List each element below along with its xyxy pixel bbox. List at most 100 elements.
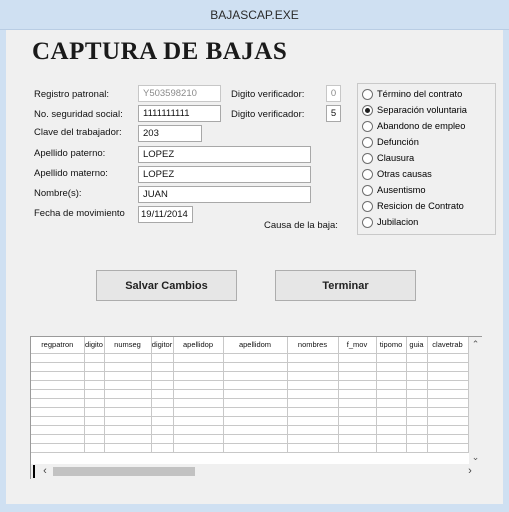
table-cell[interactable] <box>151 380 174 390</box>
table-cell[interactable] <box>104 353 152 363</box>
table-cell[interactable] <box>376 389 407 399</box>
table-cell[interactable] <box>406 371 428 381</box>
table-cell[interactable] <box>31 425 85 435</box>
table-cell[interactable] <box>151 398 174 408</box>
table-cell[interactable] <box>84 434 105 444</box>
table-row[interactable] <box>31 353 469 363</box>
table-cell[interactable] <box>287 353 339 363</box>
table-row[interactable] <box>31 389 469 399</box>
table-cell[interactable] <box>223 353 288 363</box>
table-cell[interactable] <box>406 425 428 435</box>
radio-otras-causas[interactable]: Otras causas <box>362 167 432 181</box>
table-cell[interactable] <box>151 443 174 453</box>
table-cell[interactable] <box>173 416 224 426</box>
table-cell[interactable] <box>151 371 174 381</box>
table-cell[interactable] <box>376 434 407 444</box>
table-cell[interactable] <box>376 380 407 390</box>
column-header[interactable]: f_mov <box>338 337 377 354</box>
scroll-left-icon[interactable]: ‹ <box>38 464 52 479</box>
table-row[interactable] <box>31 416 469 426</box>
vertical-scrollbar[interactable]: ⌃ ⌄ <box>469 337 482 464</box>
table-cell[interactable] <box>427 380 469 390</box>
table-cell[interactable] <box>427 353 469 363</box>
table-cell[interactable] <box>406 434 428 444</box>
table-cell[interactable] <box>223 416 288 426</box>
table-cell[interactable] <box>84 398 105 408</box>
table-cell[interactable] <box>427 443 469 453</box>
table-cell[interactable] <box>84 416 105 426</box>
table-cell[interactable] <box>287 398 339 408</box>
table-row[interactable] <box>31 434 469 444</box>
table-row[interactable] <box>31 380 469 390</box>
table-cell[interactable] <box>173 362 224 372</box>
table-cell[interactable] <box>287 434 339 444</box>
table-cell[interactable] <box>151 353 174 363</box>
table-cell[interactable] <box>338 425 377 435</box>
table-cell[interactable] <box>376 416 407 426</box>
table-cell[interactable] <box>173 398 224 408</box>
table-cell[interactable] <box>151 407 174 417</box>
radio-jubilacion[interactable]: Jubilacion <box>362 215 418 229</box>
table-cell[interactable] <box>31 353 85 363</box>
table-cell[interactable] <box>173 434 224 444</box>
table-cell[interactable] <box>427 434 469 444</box>
registro-patronal-field[interactable]: Y503598210 <box>138 85 221 102</box>
table-cell[interactable] <box>406 398 428 408</box>
digito-verificador-2-field[interactable]: 5 <box>326 105 341 122</box>
table-cell[interactable] <box>31 407 85 417</box>
column-header[interactable]: guia <box>406 337 428 354</box>
radio-clausura[interactable]: Clausura <box>362 151 414 165</box>
table-cell[interactable] <box>338 371 377 381</box>
table-cell[interactable] <box>376 443 407 453</box>
table-cell[interactable] <box>406 407 428 417</box>
table-cell[interactable] <box>151 416 174 426</box>
table-cell[interactable] <box>427 398 469 408</box>
table-cell[interactable] <box>406 443 428 453</box>
table-cell[interactable] <box>223 434 288 444</box>
table-cell[interactable] <box>376 398 407 408</box>
table-cell[interactable] <box>104 434 152 444</box>
table-cell[interactable] <box>31 380 85 390</box>
table-cell[interactable] <box>173 389 224 399</box>
nombres-field[interactable]: JUAN <box>138 186 311 203</box>
table-row[interactable] <box>31 362 469 372</box>
apellido-materno-field[interactable]: LOPEZ <box>138 166 311 183</box>
table-cell[interactable] <box>338 443 377 453</box>
table-cell[interactable] <box>173 443 224 453</box>
table-cell[interactable] <box>173 371 224 381</box>
table-cell[interactable] <box>31 389 85 399</box>
table-cell[interactable] <box>31 443 85 453</box>
table-cell[interactable] <box>406 389 428 399</box>
table-cell[interactable] <box>287 443 339 453</box>
table-cell[interactable] <box>84 362 105 372</box>
save-changes-button[interactable]: Salvar Cambios <box>96 270 237 301</box>
bajas-data-grid[interactable]: regpatron digito numseg digitor apellido… <box>30 336 482 479</box>
table-cell[interactable] <box>427 389 469 399</box>
table-cell[interactable] <box>104 407 152 417</box>
table-cell[interactable] <box>376 362 407 372</box>
table-cell[interactable] <box>287 371 339 381</box>
fecha-movimiento-field[interactable]: 19/11/2014 <box>138 206 193 223</box>
table-cell[interactable] <box>31 398 85 408</box>
table-cell[interactable] <box>338 407 377 417</box>
table-cell[interactable] <box>376 407 407 417</box>
table-cell[interactable] <box>223 371 288 381</box>
table-cell[interactable] <box>84 353 105 363</box>
radio-termino-contrato[interactable]: Término del contrato <box>362 87 462 101</box>
table-cell[interactable] <box>223 425 288 435</box>
horizontal-scroll-thumb[interactable] <box>53 467 195 476</box>
table-cell[interactable] <box>427 371 469 381</box>
table-cell[interactable] <box>84 425 105 435</box>
table-row[interactable] <box>31 425 469 435</box>
table-cell[interactable] <box>173 380 224 390</box>
table-cell[interactable] <box>84 380 105 390</box>
table-cell[interactable] <box>287 416 339 426</box>
column-header[interactable]: tipomo <box>376 337 407 354</box>
table-cell[interactable] <box>31 416 85 426</box>
table-row[interactable] <box>31 443 469 453</box>
table-cell[interactable] <box>104 380 152 390</box>
table-cell[interactable] <box>287 380 339 390</box>
column-header[interactable]: clavetrab <box>427 337 469 354</box>
column-header[interactable]: apellidom <box>223 337 288 354</box>
table-cell[interactable] <box>338 380 377 390</box>
